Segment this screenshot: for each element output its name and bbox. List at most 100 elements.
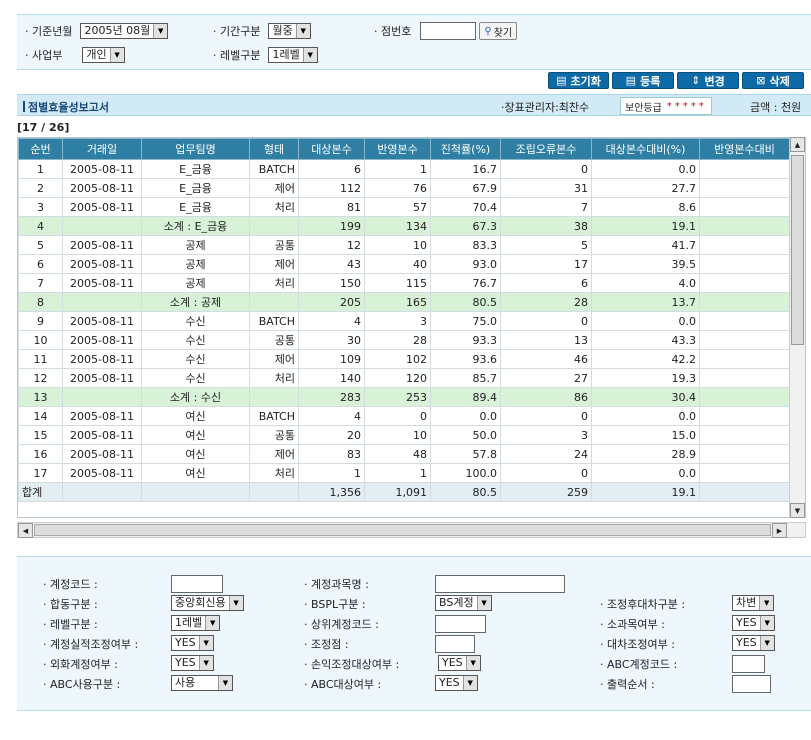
column-header[interactable]: 거래일: [62, 138, 142, 160]
table-cell: 112: [298, 178, 365, 198]
subtotal-row[interactable]: 4 소계 : E_금융 199 134 67.3 38 19.1: [18, 216, 790, 236]
table-row[interactable]: 6 2005-08-11 공제 제어 43 40 93.0 17 39.5: [18, 254, 790, 274]
total-row[interactable]: 합계 1,356 1,091 80.5 259 19.1: [18, 482, 790, 502]
table-cell: 5: [500, 235, 592, 255]
acct-adj-select[interactable]: YES ▼: [171, 635, 214, 651]
table-cell: 0.0: [591, 159, 700, 179]
reset-button[interactable]: ▤ 초기화: [548, 72, 609, 89]
level-select[interactable]: 1레벨 ▼: [171, 615, 221, 631]
find-button[interactable]: ⚲ 찾기: [479, 22, 518, 40]
table-cell: 0: [500, 463, 592, 483]
table-row[interactable]: 14 2005-08-11 여신 BATCH 4 0 0.0 0 0.0: [18, 406, 790, 426]
table-cell: 100.0: [430, 463, 501, 483]
abc-target-label: · ABC대상여부 :: [304, 678, 382, 691]
table-cell: [699, 197, 790, 217]
table-row[interactable]: 11 2005-08-11 수신 제어 109 102 93.6 46 42.2: [18, 349, 790, 369]
delete-button[interactable]: ⊠ 삭제: [742, 72, 804, 89]
column-header[interactable]: 반영본수대비: [699, 138, 790, 160]
column-header[interactable]: 대상본수대비(%): [591, 138, 700, 160]
table-cell: 115: [364, 273, 431, 293]
scroll-down-icon[interactable]: ▼: [790, 503, 805, 518]
scroll-right-icon[interactable]: ▶: [772, 523, 787, 538]
abc-code-input[interactable]: [732, 655, 765, 673]
table-row[interactable]: 1 2005-08-11 E_금융 BATCH 6 1 16.7 0 0.0: [18, 159, 790, 179]
table-cell: 여신: [141, 444, 250, 464]
table-row[interactable]: 17 2005-08-11 여신 처리 1 1 100.0 0 0.0: [18, 463, 790, 483]
table-cell: 제어: [249, 178, 299, 198]
table-cell: [62, 292, 142, 312]
scroll-up-icon[interactable]: ▲: [790, 137, 805, 152]
table-cell: 16.7: [430, 159, 501, 179]
column-header[interactable]: 조립오류본수: [500, 138, 592, 160]
table-cell: 제어: [249, 444, 299, 464]
vertical-scroll-thumb[interactable]: [791, 155, 804, 345]
print-order-input[interactable]: [732, 675, 771, 693]
horizontal-scrollbar[interactable]: ◀ ▶: [17, 522, 806, 538]
table-cell: [699, 273, 790, 293]
parent-code-input[interactable]: [435, 615, 486, 633]
table-row[interactable]: 5 2005-08-11 공제 공통 12 10 83.3 5 41.7: [18, 235, 790, 255]
table-cell: 2005-08-11: [62, 463, 142, 483]
table-cell: 공제: [141, 254, 250, 274]
bspl-select[interactable]: BS계정 ▼: [435, 595, 492, 611]
table-row[interactable]: 15 2005-08-11 여신 공통 20 10 50.0 3 15.0: [18, 425, 790, 445]
table-cell: 13: [18, 387, 63, 407]
vertical-scrollbar[interactable]: ▲ ▼: [789, 137, 805, 518]
table-cell: 8.6: [591, 197, 700, 217]
base-month-select[interactable]: 2005년 08월 ▼: [80, 23, 169, 39]
period-select[interactable]: 월중 ▼: [268, 23, 311, 39]
subtotal-row[interactable]: 13 소계 : 수신 283 253 89.4 86 30.4: [18, 387, 790, 407]
bspl-value: BS계정: [439, 596, 474, 609]
column-header[interactable]: 반영본수: [364, 138, 431, 160]
column-header[interactable]: 업무팀명: [141, 138, 250, 160]
horizontal-scroll-thumb[interactable]: [34, 524, 771, 536]
table-row[interactable]: 16 2005-08-11 여신 제어 83 48 57.8 24 28.9: [18, 444, 790, 464]
table-row[interactable]: 2 2005-08-11 E_금융 제어 112 76 67.9 31 27.7: [18, 178, 790, 198]
fx-select[interactable]: YES ▼: [171, 655, 214, 671]
table-row[interactable]: 12 2005-08-11 수신 처리 140 120 85.7 27 19.3: [18, 368, 790, 388]
pl-adj-select[interactable]: YES ▼: [438, 655, 481, 671]
dc-adj-select[interactable]: YES ▼: [732, 635, 775, 651]
merge-select[interactable]: 중앙회신용 ▼: [171, 595, 244, 611]
table-row[interactable]: 10 2005-08-11 수신 공통 30 28 93.3 13 43.3: [18, 330, 790, 350]
table-cell: 8: [18, 292, 63, 312]
abc-use-select[interactable]: 사용 ▼: [171, 675, 233, 691]
table-cell: 57.8: [430, 444, 501, 464]
adj-dc-label: · 조정후대차구분 :: [600, 598, 686, 611]
table-cell: 소계 : E_금융: [141, 216, 250, 236]
table-cell: 93.6: [430, 349, 501, 369]
table-cell: 2005-08-11: [62, 349, 142, 369]
scroll-left-icon[interactable]: ◀: [18, 523, 33, 538]
column-header[interactable]: 형태: [249, 138, 299, 160]
column-header[interactable]: 진척률(%): [430, 138, 501, 160]
dropdown-arrow-icon: ▼: [205, 616, 220, 630]
sub-subject-select[interactable]: YES ▼: [732, 615, 775, 631]
bspl-label: · BSPL구분 :: [304, 598, 366, 611]
acct-subject-input[interactable]: [435, 575, 565, 593]
level-select[interactable]: 1레벨 ▼: [268, 47, 318, 63]
abc-target-select[interactable]: YES ▼: [435, 675, 478, 691]
acct-code-input[interactable]: [171, 575, 223, 593]
adj-point-label: · 조정점 :: [304, 638, 349, 651]
table-cell: 9: [18, 311, 63, 331]
adj-point-input[interactable]: [435, 635, 475, 653]
action-bar: ▤ 초기화 ▤ 등록 ⇕ 변경 ⊠ 삭제: [548, 72, 804, 89]
table-cell: 수신: [141, 311, 250, 331]
division-select[interactable]: 개인 ▼: [82, 47, 125, 63]
table-cell: 11: [18, 349, 63, 369]
table-row[interactable]: 7 2005-08-11 공제 처리 150 115 76.7 6 4.0: [18, 273, 790, 293]
register-button[interactable]: ▤ 등록: [612, 72, 674, 89]
adj-dc-select[interactable]: 차변 ▼: [732, 595, 775, 611]
table-row[interactable]: 9 2005-08-11 수신 BATCH 4 3 75.0 0 0.0: [18, 311, 790, 331]
change-button[interactable]: ⇕ 변경: [677, 72, 739, 89]
column-header[interactable]: 순번: [18, 138, 63, 160]
table-cell: [699, 254, 790, 274]
table-cell: 2005-08-11: [62, 159, 142, 179]
table-cell: 2005-08-11: [62, 425, 142, 445]
subtotal-row[interactable]: 8 소계 : 공제 205 165 80.5 28 13.7: [18, 292, 790, 312]
branch-input[interactable]: [420, 22, 477, 40]
table-cell: 처리: [249, 273, 299, 293]
table-row[interactable]: 3 2005-08-11 E_금융 처리 81 57 70.4 7 8.6: [18, 197, 790, 217]
column-header[interactable]: 대상본수: [298, 138, 365, 160]
change-label: 변경: [704, 74, 725, 88]
